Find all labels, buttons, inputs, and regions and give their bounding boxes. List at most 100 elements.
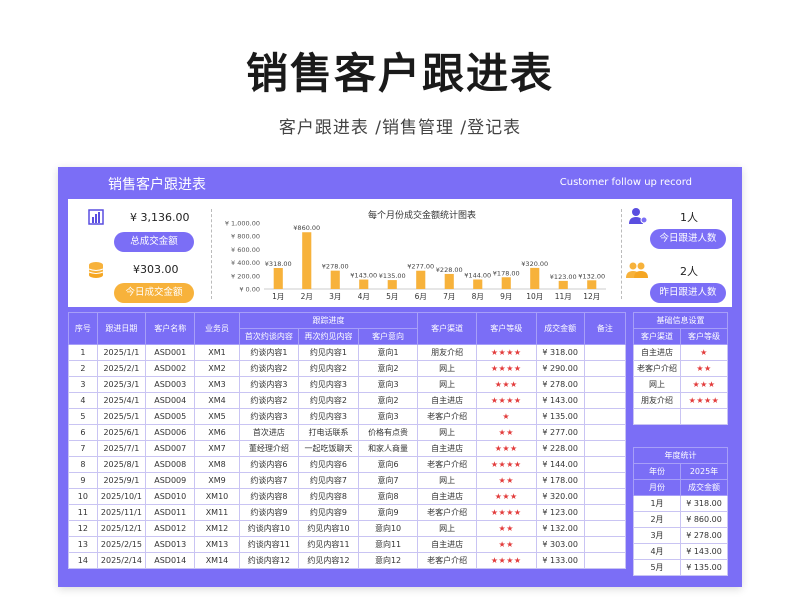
yesterday-followups-button[interactable]: 昨日跟进人数 (650, 283, 726, 303)
basic-settings-table: 基础信息设置 客户渠道 客户等级 自主进店 ★ 老客户介绍 ★★ 网上 ★★★ 朋友介绍 ★★… (633, 312, 728, 425)
cell-amount: ¥ 303.00 (535, 536, 585, 553)
cell-date: 2025/10/1 (96, 488, 147, 505)
data-label: ¥277.00 (407, 263, 434, 271)
year-row: 3月 ¥ 278.00 (633, 527, 728, 544)
cell-second: 约见内容7 (298, 472, 359, 489)
chart-bar (587, 280, 597, 289)
sheet-title: 销售客户跟进表 (108, 177, 206, 193)
table-row[interactable]: 8 2025/8/1 ASD008 XM8 约谈内容6 约见内容6 意向6 老客户介绍 ★★★★… (68, 456, 627, 473)
settings-row[interactable]: 老客户介绍 ★★ (633, 360, 728, 377)
cell-first: 约谈内容8 (238, 488, 300, 505)
sales-sheet: 销售客户跟进表 Customer follow up record ¥ 3,13… (58, 167, 742, 587)
cell-no: 9 (68, 472, 98, 489)
cell-level: ★★★★ (475, 456, 537, 473)
cell-note (583, 408, 627, 425)
cell-customer: ASD009 (145, 472, 196, 489)
cell-second: 约见内容11 (298, 536, 359, 553)
year-header-amount: 成交金额 (680, 479, 728, 496)
cell-note (583, 552, 627, 569)
cell-channel: 网上 (417, 520, 477, 537)
cell-no: 13 (68, 536, 98, 553)
cell-note (583, 520, 627, 537)
table-row[interactable]: 10 2025/10/1 ASD010 XM10 约谈内容8 约见内容8 意向8 自主进店 ★★… (68, 488, 627, 505)
cell-customer: ASD006 (145, 424, 196, 441)
chart-bar (330, 270, 340, 289)
table-row[interactable]: 3 2025/3/1 ASD003 XM3 约谈内容3 约见内容3 意向3 网上 ★★★ ¥ 27… (68, 376, 627, 393)
cell-first: 约谈内容3 (238, 376, 300, 393)
year-value[interactable]: 2025年 (680, 463, 728, 480)
settings-row[interactable] (633, 408, 728, 425)
cell-customer: ASD002 (145, 360, 196, 377)
cell-date: 2025/6/1 (96, 424, 147, 441)
table-row[interactable]: 6 2025/6/1 ASD006 XM6 首次进店 打电话联系 价格有点贵 网上 ★★ ¥ 27… (68, 424, 627, 441)
year-month: 5月 (633, 559, 681, 576)
cell-no: 1 (68, 344, 98, 361)
y-tick-label: ¥ 200.00 (231, 272, 260, 280)
cell-level: ★★ (475, 424, 537, 441)
cell-date: 2025/7/1 (96, 440, 147, 457)
cell-date: 2025/11/1 (96, 504, 147, 521)
year-amount: ¥ 860.00 (680, 511, 728, 528)
cell-no: 5 (68, 408, 98, 425)
chart-bar (501, 277, 511, 289)
year-amount: ¥ 143.00 (680, 543, 728, 560)
table-row[interactable]: 12 2025/12/1 ASD012 XM12 约谈内容10 约见内容10 意向10 网上 ★… (68, 520, 627, 537)
chart-bar (387, 280, 397, 289)
table-row[interactable]: 5 2025/5/1 ASD005 XM5 约谈内容3 约见内容3 意向3 老客户介绍 ★ ¥ 1… (68, 408, 627, 425)
header-salesman: 业务员 (194, 312, 240, 345)
cell-amount: ¥ 318.00 (535, 344, 585, 361)
basic-settings-title: 基础信息设置 (633, 312, 728, 329)
table-row[interactable]: 7 2025/7/1 ASD007 XM7 董经理介绍 一起吃饭聊天 和家人商量 自主进店 ★★… (68, 440, 627, 457)
sheet-english-title: Customer follow up record (559, 177, 692, 188)
cell-salesman: XM7 (194, 440, 240, 457)
total-amount-button[interactable]: 总成交金额 (114, 232, 194, 252)
settings-channel (633, 408, 681, 425)
cell-no: 3 (68, 376, 98, 393)
settings-level: ★★★ (680, 376, 728, 393)
settings-row[interactable]: 朋友介绍 ★★★★ (633, 392, 728, 409)
year-row: 5月 ¥ 135.00 (633, 559, 728, 576)
cell-intent: 意向8 (357, 488, 419, 505)
settings-level: ★ (680, 344, 728, 361)
x-tick-label: 3月 (329, 292, 341, 301)
today-amount-button[interactable]: 今日成交金额 (114, 283, 194, 303)
cell-intent: 意向11 (357, 536, 419, 553)
cell-salesman: XM4 (194, 392, 240, 409)
table-row[interactable]: 14 2025/2/14 ASD014 XM14 约谈内容12 约见内容12 意向12 老客户… (68, 552, 627, 569)
cell-first: 约谈内容2 (238, 360, 300, 377)
today-followups-button[interactable]: 今日跟进人数 (650, 229, 726, 249)
person-icon (629, 208, 648, 224)
cell-intent: 意向7 (357, 472, 419, 489)
data-label: ¥860.00 (293, 224, 320, 232)
cell-customer: ASD007 (145, 440, 196, 457)
x-tick-label: 11月 (555, 292, 572, 301)
table-row[interactable]: 13 2025/2/15 ASD013 XM13 约谈内容11 约见内容11 意向11 自主进… (68, 536, 627, 553)
table-row[interactable]: 11 2025/11/1 ASD011 XM11 约谈内容9 约见内容9 意向9 老客户介绍 ★… (68, 504, 627, 521)
settings-row[interactable]: 自主进店 ★ (633, 344, 728, 361)
table-row[interactable]: 2 2025/2/1 ASD002 XM2 约谈内容2 约见内容2 意向2 网上 ★★★★ ¥ 2… (68, 360, 627, 377)
cell-customer: ASD003 (145, 376, 196, 393)
data-label: ¥143.00 (350, 272, 377, 280)
cell-salesman: XM5 (194, 408, 240, 425)
settings-channel: 老客户介绍 (633, 360, 681, 377)
table-row[interactable]: 1 2025/1/1 ASD001 XM1 约谈内容1 约见内容1 意向1 朋友介绍 ★★★★ ¥… (68, 344, 627, 361)
x-tick-label: 2月 (301, 292, 313, 301)
cell-level: ★★★ (475, 376, 537, 393)
cell-no: 10 (68, 488, 98, 505)
cell-no: 7 (68, 440, 98, 457)
header-first: 首次约谈内容 (238, 328, 300, 345)
cell-first: 约谈内容1 (238, 344, 300, 361)
table-row[interactable]: 9 2025/9/1 ASD009 XM9 约谈内容7 约见内容7 意向7 网上 ★★ ¥ 178… (68, 472, 627, 489)
cell-date: 2025/1/1 (96, 344, 147, 361)
cell-salesman: XM13 (194, 536, 240, 553)
cell-note (583, 488, 627, 505)
cell-intent: 意向2 (357, 392, 419, 409)
table-row[interactable]: 4 2025/4/1 ASD004 XM4 约谈内容2 约见内容2 意向2 自主进店 ★★★★ ¥… (68, 392, 627, 409)
settings-row[interactable]: 网上 ★★★ (633, 376, 728, 393)
cell-channel: 自主进店 (417, 440, 477, 457)
cell-channel: 自主进店 (417, 392, 477, 409)
x-tick-label: 4月 (358, 292, 370, 301)
sheet-header: 销售客户跟进表 Customer follow up record (58, 167, 742, 199)
header-second: 再次约见内容 (298, 328, 359, 345)
cell-channel: 网上 (417, 376, 477, 393)
